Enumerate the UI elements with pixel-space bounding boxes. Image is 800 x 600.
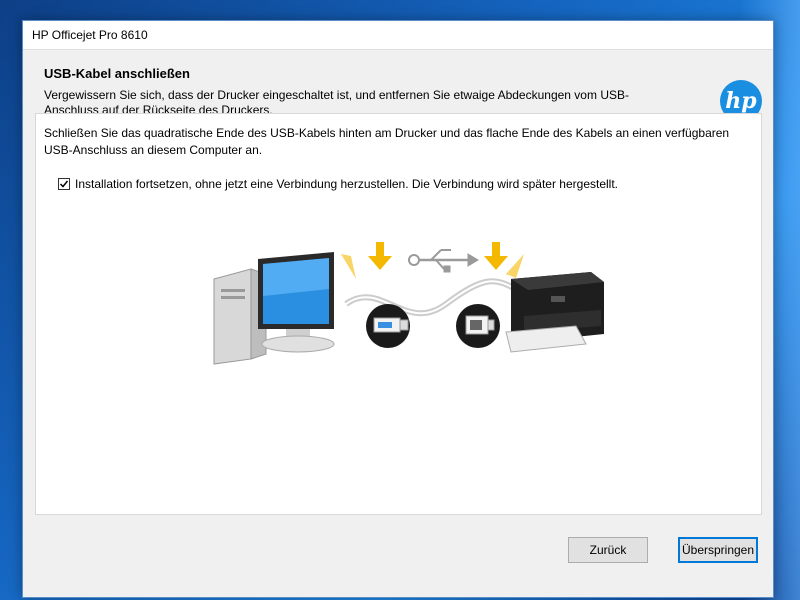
instruction-text: Schließen Sie das quadratische Ende des …	[44, 126, 730, 157]
back-button[interactable]: Zurück	[568, 537, 648, 563]
skip-button[interactable]: Überspringen	[678, 537, 758, 563]
installer-window: HP Officejet Pro 8610 USB-Kabel anschlie…	[22, 20, 774, 598]
hp-logo-text: hp	[725, 88, 757, 114]
window-title: HP Officejet Pro 8610	[32, 28, 148, 42]
down-arrow-icon	[484, 242, 508, 270]
usb-symbol-icon	[408, 249, 479, 273]
continue-checkbox-label: Installation fortsetzen, ohne jetzt eine…	[75, 177, 618, 191]
title-bar[interactable]: HP Officejet Pro 8610	[23, 21, 773, 50]
down-arrow-icon	[368, 242, 392, 270]
continue-without-connection-option[interactable]: Installation fortsetzen, ohne jetzt eine…	[58, 177, 618, 191]
usb-square-connector-icon	[456, 304, 500, 348]
usb-flat-connector-icon	[366, 304, 410, 348]
page-title: USB-Kabel anschließen	[44, 66, 190, 81]
content-panel: Schließen Sie das quadratische Ende des …	[35, 113, 762, 515]
usb-connection-illustration	[213, 242, 604, 365]
computer-icon	[213, 252, 335, 365]
checkmark-icon	[59, 180, 69, 188]
continue-checkbox[interactable]	[58, 178, 70, 190]
printer-icon	[505, 272, 604, 353]
